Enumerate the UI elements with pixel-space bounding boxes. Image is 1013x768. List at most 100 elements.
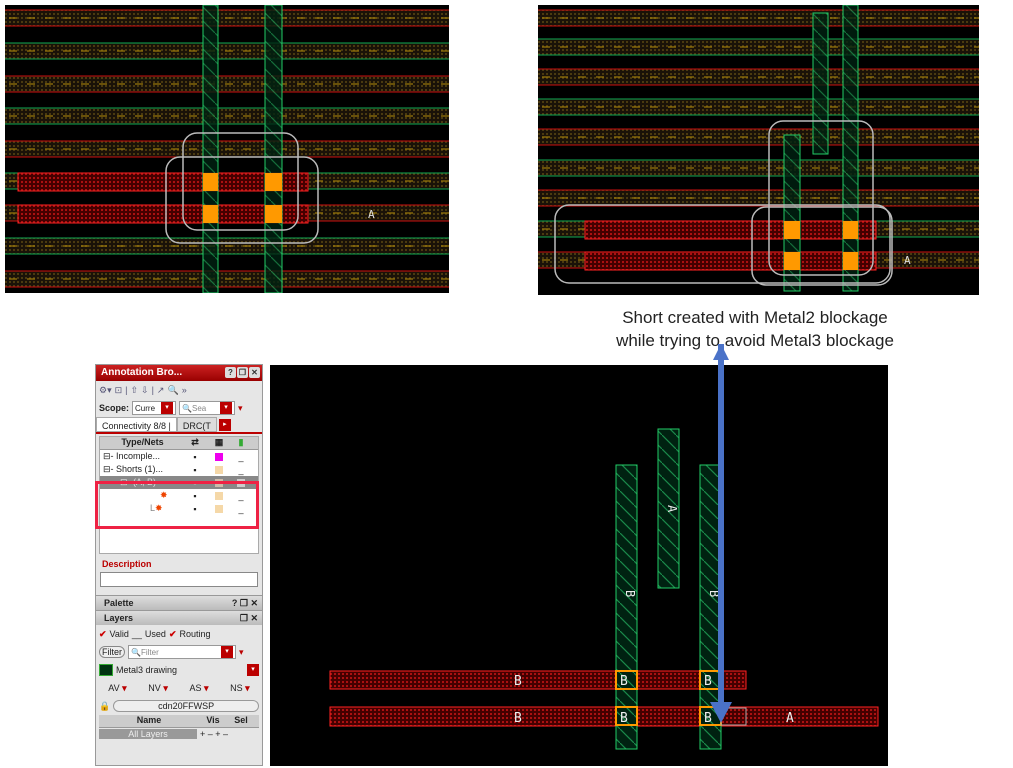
- layers-table-header: Name Vis Sel: [99, 715, 259, 728]
- visibility-column-icon[interactable]: ⇄: [182, 437, 208, 449]
- column-type-nets[interactable]: Type/Nets: [100, 437, 182, 449]
- metal2-wire: [584, 220, 877, 240]
- palette-controls-icon[interactable]: ? ❐ ✕: [232, 598, 258, 609]
- toggle-nv[interactable]: NV ▾: [148, 683, 168, 694]
- scope-label: Scope:: [99, 403, 130, 413]
- net-label: A: [786, 711, 794, 726]
- net-label: B: [620, 711, 628, 726]
- metal2-wire: [329, 706, 879, 727]
- via: [265, 173, 282, 191]
- export-icon[interactable]: ↗: [157, 385, 165, 396]
- chevron-down-icon: ▾: [161, 402, 174, 414]
- lock-icon[interactable]: 🔒: [99, 701, 110, 712]
- caption-line-1: Short created with Metal2 blockage: [622, 308, 888, 327]
- description-field[interactable]: [100, 572, 258, 587]
- layers-header[interactable]: Layers ❐ ✕: [96, 610, 262, 625]
- net-label: B: [620, 674, 628, 689]
- via: [843, 252, 858, 270]
- used-checkbox[interactable]: __: [132, 629, 142, 639]
- metal3-wire: [812, 12, 829, 155]
- via: [784, 252, 800, 270]
- current-layer-label: Metal3 drawing: [116, 665, 178, 675]
- close-icon[interactable]: ✕: [249, 367, 260, 378]
- net-label: B: [514, 711, 522, 726]
- metal2-wire: [584, 251, 877, 271]
- scope-select[interactable]: Curre ▾: [132, 401, 177, 415]
- row-label: ⊟- Shorts (1)...: [103, 464, 164, 474]
- column-name[interactable]: Name: [99, 715, 199, 727]
- vis-marker[interactable]: ▪: [182, 452, 208, 462]
- tech-library-button[interactable]: cdn20FFWSP: [113, 700, 259, 712]
- filter-row: Filter 🔍 Filter ▾ ▾: [96, 643, 262, 661]
- filter-button[interactable]: Filter: [99, 646, 125, 658]
- toggle-ns[interactable]: NS ▾: [230, 683, 250, 694]
- layers-controls-icon[interactable]: ❐ ✕: [240, 613, 258, 624]
- color-swatch[interactable]: [215, 465, 223, 474]
- used-label: Used: [144, 629, 166, 639]
- layer-row-all[interactable]: All Layers + – + –: [96, 728, 262, 740]
- column-vis[interactable]: Vis: [199, 715, 227, 727]
- select-column-icon[interactable]: ▮: [230, 437, 252, 449]
- settings-icon[interactable]: ⚙▾: [99, 385, 112, 396]
- help-icon[interactable]: ?: [225, 367, 236, 378]
- routing-checkbox[interactable]: ✔: [169, 629, 177, 640]
- layout-view-after[interactable]: A: [538, 5, 979, 295]
- selected-short-highlight: [95, 481, 259, 529]
- search-placeholder: Sea: [191, 403, 207, 413]
- net-label: A: [904, 254, 911, 267]
- routing-label: Routing: [179, 629, 211, 639]
- down-arrow-icon[interactable]: ⇩: [141, 385, 149, 396]
- search-input[interactable]: 🔍 Sea ▾: [179, 401, 236, 415]
- via: [265, 205, 282, 223]
- color-column-icon[interactable]: ▦: [208, 437, 230, 449]
- via: [784, 221, 800, 239]
- layout-canvas-shorts[interactable]: BBB BB B AB BA: [270, 365, 888, 766]
- toggle-as[interactable]: AS ▾: [189, 683, 208, 694]
- layer-swatch-icon: [99, 664, 113, 676]
- current-layer-select[interactable]: Metal3 drawing ▾: [96, 661, 262, 679]
- more-icon[interactable]: »: [182, 385, 187, 395]
- visibility-toggles: AV ▾ NV ▾ AS ▾ NS ▾: [96, 679, 262, 697]
- net-label-rotated: A: [665, 505, 679, 513]
- via: [203, 173, 218, 191]
- tree-row-incomplete[interactable]: ⊟- Incomple... ▪ _: [100, 450, 258, 463]
- chevron-down-icon: ▾: [247, 664, 259, 676]
- color-swatch[interactable]: [215, 452, 223, 461]
- metal2-wire: [329, 670, 747, 690]
- layer-name: All Layers: [99, 729, 197, 739]
- row-label: ⊟- Incomple...: [103, 451, 161, 461]
- metal3-wire: [202, 5, 219, 293]
- filter-input[interactable]: 🔍 Filter ▾: [128, 645, 236, 659]
- layout-view-before[interactable]: A: [5, 5, 449, 293]
- vis-marker[interactable]: ▪: [182, 465, 208, 475]
- search-icon[interactable]: 🔍: [167, 385, 178, 396]
- tech-row: 🔒 cdn20FFWSP: [96, 697, 262, 715]
- tab-connectivity[interactable]: Connectivity 8/8 |: [96, 417, 177, 432]
- canvas-background: [270, 365, 888, 766]
- tab-scroll-right-icon[interactable]: ▸: [218, 419, 231, 431]
- metal3-wire: [842, 5, 859, 292]
- caption: Short created with Metal2 blockage while…: [560, 306, 950, 352]
- net-label-rotated: B: [623, 590, 637, 597]
- tree-row-shorts[interactable]: ⊟- Shorts (1)... ▪ _: [100, 463, 258, 476]
- valid-checkbox[interactable]: ✔: [99, 629, 107, 640]
- chevron-down-icon: ▾: [220, 402, 233, 414]
- float-icon[interactable]: ❐: [237, 367, 248, 378]
- palette-header[interactable]: Palette? ❐ ✕: [96, 595, 262, 610]
- metal3-wire: [264, 5, 283, 293]
- tab-drc[interactable]: DRC(T: [176, 417, 217, 432]
- via: [203, 205, 218, 223]
- column-sel[interactable]: Sel: [227, 715, 255, 727]
- zoom-fit-icon[interactable]: ⊡: [115, 385, 123, 396]
- toolbar: ⚙▾ ⊡ | ⇧ ⇩ | ↗ 🔍»: [99, 384, 187, 396]
- panel-title: Annotation Bro...: [101, 367, 183, 378]
- caption-line-2: while trying to avoid Metal3 blockage: [616, 331, 894, 350]
- via: [843, 221, 858, 239]
- annotation-arrow: [710, 344, 732, 723]
- menu-arrow-icon[interactable]: ▾: [238, 403, 243, 414]
- toggle-av[interactable]: AV ▾: [108, 683, 126, 694]
- layer-filters: ✔ Valid __ Used ✔ Routing: [96, 625, 262, 643]
- tab-bar: Connectivity 8/8 | DRC(T ▸: [96, 417, 262, 434]
- up-arrow-icon[interactable]: ⇧: [130, 385, 138, 396]
- description-label: Description: [102, 559, 152, 569]
